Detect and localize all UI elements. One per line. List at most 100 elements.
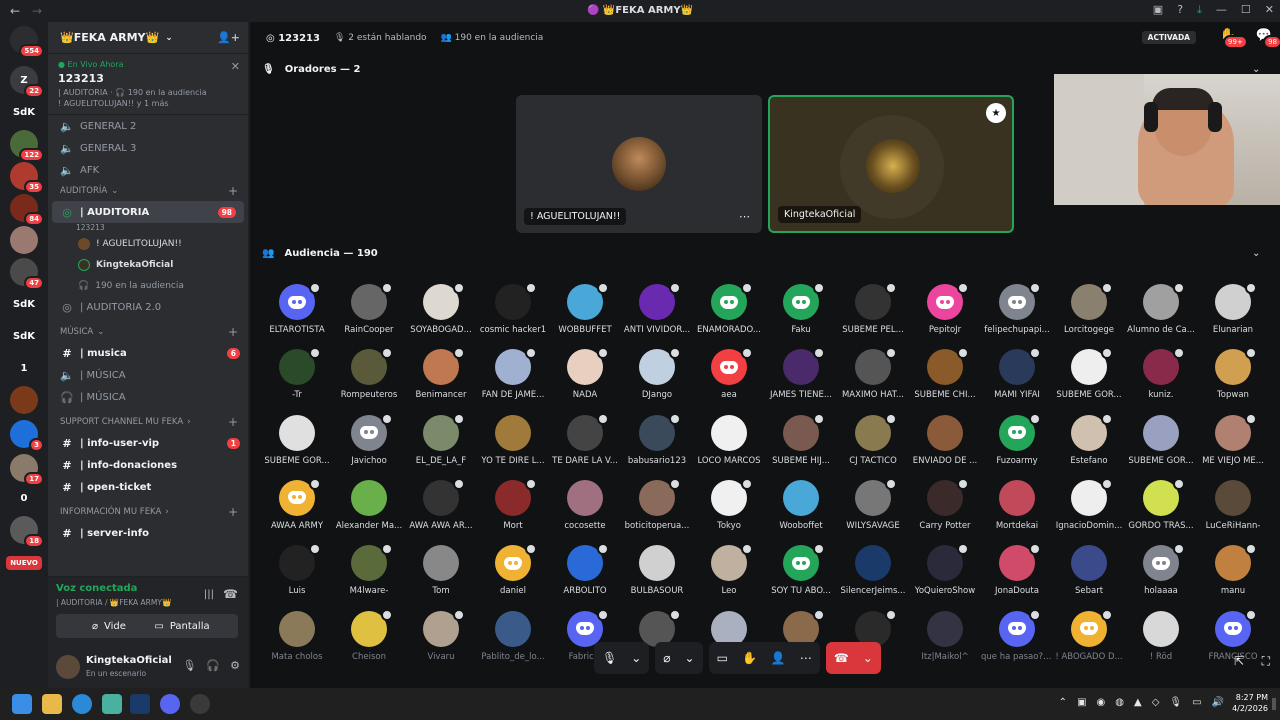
raise-hand-icon[interactable]: ✋99+ <box>1220 28 1248 49</box>
tray-monitor-icon[interactable]: ▭ <box>1192 697 1201 708</box>
server-icon[interactable]: 17 <box>10 454 44 486</box>
app-taskbar-icon[interactable] <box>190 694 210 714</box>
audience-member[interactable]: AWAA ARMY <box>261 477 333 544</box>
lower-hand-icon[interactable]: ✋ <box>742 651 757 665</box>
audience-member[interactable]: SUBEME CHI... <box>909 347 981 413</box>
server-icon[interactable]: 122 <box>10 130 44 162</box>
server-icon[interactable]: Z 22 <box>10 66 44 98</box>
audience-member[interactable]: CJ TACTICO <box>837 412 909 479</box>
audience-member[interactable]: Tom <box>405 545 477 609</box>
server-icon[interactable]: 84 <box>10 194 44 226</box>
channel-auditoria-2[interactable]: ◎ | AUDITORIA 2.0 <box>48 296 248 318</box>
audience-member[interactable]: cocosette <box>549 479 621 544</box>
channel-afk[interactable]: 🔈 AFK <box>48 159 248 181</box>
channel-server-info[interactable]: # | server-info <box>48 522 248 544</box>
audience-member[interactable]: FAN DE JAME... <box>477 347 549 413</box>
audience-member[interactable]: Luis <box>261 543 333 609</box>
audience-member[interactable]: Topwan <box>1197 347 1269 413</box>
server-icon[interactable]: 3 <box>10 420 44 452</box>
phone-hangup-icon[interactable]: ☎ <box>834 651 849 665</box>
audience-member[interactable]: Mortdekai <box>981 479 1053 544</box>
activated-badge[interactable]: ACTIVADA <box>1141 31 1196 44</box>
headphones-icon[interactable]: 🎧 <box>206 659 220 672</box>
notepad-icon[interactable] <box>102 694 122 714</box>
audience-member[interactable]: babusario123 <box>621 412 693 479</box>
audience-member[interactable]: Mort <box>477 477 549 544</box>
audience-member[interactable]: Faku <box>765 282 837 348</box>
server-icon[interactable]: SdK <box>10 290 38 318</box>
chat-icon[interactable]: 💬 98 <box>1256 28 1280 49</box>
leave-stage-button[interactable]: ☎ ⌄ <box>825 642 881 674</box>
audience-member[interactable]: EL_DE_LA_F <box>405 412 477 479</box>
channel-general-2[interactable]: 🔈 GENERAL 2 <box>48 115 248 137</box>
user-bar[interactable]: KingtekaOficial En un escenario 🎙 🎧 ⚙ <box>48 647 248 689</box>
audience-member[interactable]: ! Röd <box>1125 610 1197 675</box>
audience-member[interactable]: felipechupapi... <box>981 282 1053 348</box>
server-icon[interactable]: 1 <box>10 354 38 382</box>
invite-icon[interactable]: 👤 <box>771 651 786 665</box>
screen-share-icon[interactable]: ▭ <box>717 651 728 665</box>
audience-member[interactable]: JonaDouta <box>981 543 1053 609</box>
audience-member[interactable]: PepitoJr <box>909 282 981 348</box>
audience-member[interactable]: Lorcitogege <box>1053 282 1125 348</box>
speakers-section-header[interactable]: 🎙 Oradores — 2 ⌄ <box>262 64 1260 75</box>
gear-icon[interactable]: ⚙ <box>230 659 240 672</box>
more-options-icon[interactable]: ⋯ <box>800 651 812 665</box>
popout-icon[interactable]: ⇱ <box>1234 654 1244 668</box>
audience-member[interactable]: GORDO TRAS... <box>1125 477 1197 544</box>
channel-auditoria[interactable]: ◎ | AUDITORIA 98 <box>52 201 244 223</box>
help-icon[interactable]: ? <box>1177 3 1183 17</box>
audience-member[interactable]: SOYABOGAD... <box>405 282 477 348</box>
audience-member[interactable]: SUBEME GOR... <box>261 414 333 479</box>
speaker-tile-speaking[interactable]: ★ KingtekaOficial <box>768 95 1014 233</box>
download-icon[interactable]: ⤓ <box>1197 3 1202 17</box>
audience-member[interactable]: ! ABOGADO D... <box>1053 608 1125 675</box>
tray-nvidia-icon[interactable]: ▲ <box>1134 697 1142 708</box>
audience-member[interactable]: LuCeRiHann- <box>1197 479 1269 544</box>
noise-suppression-icon[interactable]: ||| <box>204 589 214 600</box>
audience-member[interactable]: SUBEME GOR... <box>1053 347 1125 413</box>
channel-info-user-vip[interactable]: # | info-user-vip 1 <box>48 432 248 454</box>
audience-member[interactable]: DJango <box>621 347 693 413</box>
speaker-entry[interactable]: KingtekaOficial <box>48 254 248 275</box>
live-stage-card[interactable]: ● En Vivo Ahora 123213 | AUDITORIA · 🎧 1… <box>48 54 248 115</box>
audience-member[interactable]: Estefano <box>1053 412 1125 479</box>
audience-member[interactable]: Benimancer <box>405 347 477 413</box>
maximize-icon[interactable]: ☐ <box>1241 3 1251 17</box>
minimize-icon[interactable]: — <box>1216 3 1227 17</box>
audience-member[interactable]: YO TE DIRÉ L... <box>477 414 549 479</box>
audience-member[interactable]: MAXIMO HAT... <box>837 347 909 413</box>
channel-musica-voice[interactable]: 🔈 | MÚSICA <box>48 364 248 386</box>
audience-member[interactable]: Alexander Ma... <box>333 479 405 544</box>
file-explorer-icon[interactable] <box>42 694 62 714</box>
audience-member[interactable]: SOY TU ABO... <box>765 543 837 609</box>
discord-taskbar-icon[interactable] <box>160 694 180 714</box>
audience-member[interactable]: JAMES TIENE... <box>765 347 837 413</box>
chevron-down-icon[interactable]: ⌄ <box>863 651 873 665</box>
tray-steam-icon[interactable]: ◉ <box>1097 697 1106 708</box>
chevron-down-icon[interactable]: ⌄ <box>685 651 695 665</box>
mic-control[interactable]: 🎙 ⌄ <box>594 642 650 674</box>
audience-member[interactable]: Leo <box>693 543 765 609</box>
audience-member[interactable]: LOCO MARCOS <box>693 414 765 479</box>
audience-member[interactable]: Tokyo <box>693 477 765 544</box>
audience-member[interactable]: TE DARE LA V... <box>549 412 621 479</box>
inbox-icon[interactable]: ▣ <box>1153 3 1163 17</box>
channel-open-ticket[interactable]: # | open-ticket <box>48 476 248 498</box>
audience-member[interactable]: daniel <box>477 543 549 609</box>
microphone-icon[interactable]: 🎙 <box>602 651 617 665</box>
channel-info-donaciones[interactable]: # | info-donaciones <box>48 454 248 476</box>
audience-member[interactable]: cosmic hacker1 <box>477 282 549 348</box>
category-info[interactable]: INFORMACIÓN MU FEKA › + <box>48 502 248 522</box>
steam-icon[interactable] <box>130 694 150 714</box>
audience-member[interactable]: WILYSAVAGE <box>837 477 909 544</box>
channel-musica-voice-2[interactable]: 🎧 | MÚSICA <box>48 386 248 408</box>
server-icon[interactable]: 554 <box>10 26 44 58</box>
audience-member[interactable]: Alumno de Ca... <box>1125 282 1197 348</box>
audience-member[interactable]: boticitoperua... <box>621 477 693 544</box>
audience-member[interactable]: MAMI YIFAI <box>981 347 1053 413</box>
tray-volume-icon[interactable]: 🔊 <box>1212 697 1224 708</box>
server-icon[interactable] <box>10 226 38 254</box>
audience-member[interactable]: Rompeuteros <box>333 347 405 413</box>
avatar[interactable] <box>56 655 80 679</box>
